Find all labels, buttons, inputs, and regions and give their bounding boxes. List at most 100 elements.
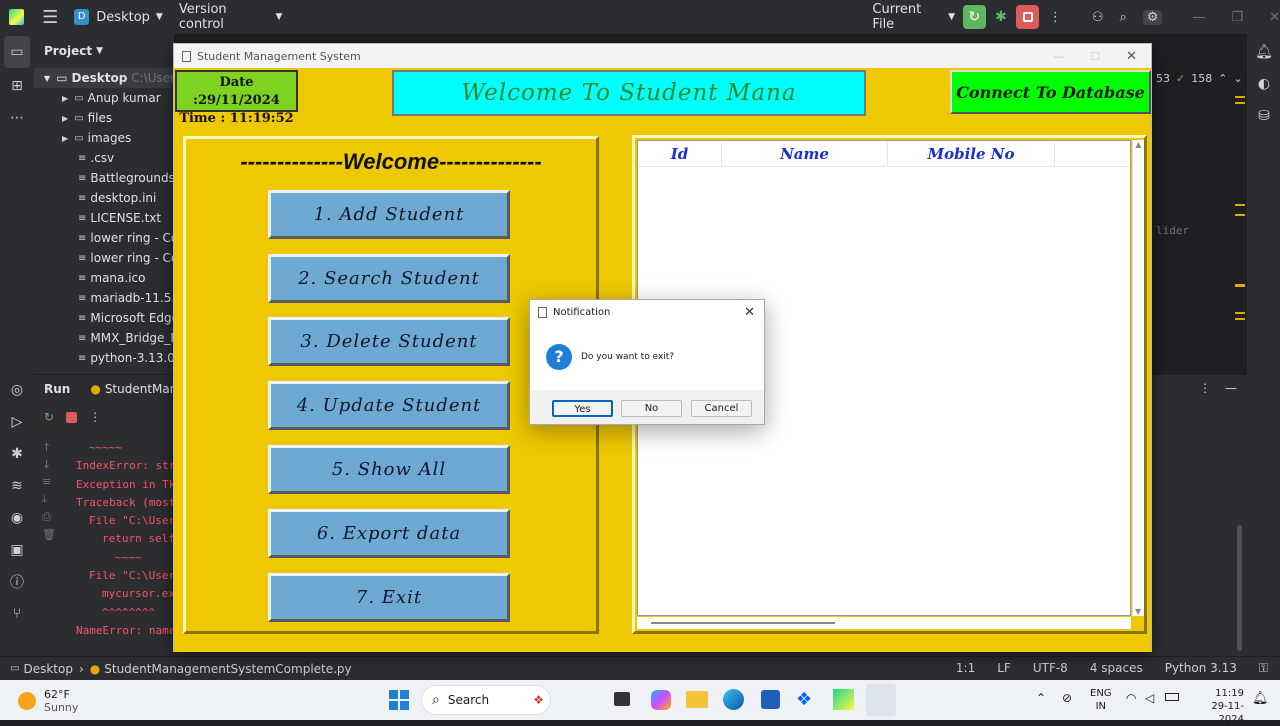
show-all-button[interactable]: 5. Show All (268, 445, 510, 494)
tree-item[interactable]: ≡ lower ring - Co (34, 228, 174, 248)
yes-button[interactable]: Yes (552, 400, 613, 417)
tree-item[interactable]: ▶ ▭ files (34, 108, 174, 128)
run-tab[interactable]: Run (44, 382, 70, 396)
project-panel-title[interactable]: Project (44, 44, 92, 58)
python-interpreter[interactable]: Python 3.13 (1165, 661, 1237, 676)
network-status-icon[interactable]: ⊘ (1062, 691, 1072, 705)
tree-item[interactable]: ▶ ▭ Anup kumar (34, 88, 174, 108)
edge-browser-icon[interactable] (723, 689, 744, 710)
breadcrumb-file[interactable]: StudentManagementSystemComplete.py (104, 662, 351, 676)
scroll-up-arrow-icon[interactable]: ▲ (1133, 140, 1144, 149)
debug-tool-icon[interactable]: ✱ (0, 438, 34, 470)
file-explorer-dark-icon[interactable] (614, 692, 630, 706)
ai-assistant-icon[interactable]: ◐ (1247, 68, 1280, 100)
minimize-panel-icon[interactable]: — (1225, 381, 1237, 395)
more-actions-icon[interactable]: ⋮ (1049, 10, 1062, 25)
debug-button[interactable]: ✱ (990, 5, 1013, 29)
run-config-selector[interactable]: Current File ▼ (872, 2, 955, 32)
stop-icon[interactable] (66, 411, 78, 423)
python-packages-icon[interactable]: ◎ (0, 374, 34, 406)
rerun-icon[interactable]: ↻ (44, 410, 54, 424)
print-icon[interactable]: ⎙ (42, 510, 56, 524)
taskbar-search[interactable]: ⌕ Search ❖ (421, 685, 551, 715)
more-tools-icon[interactable]: ⋯ (0, 102, 34, 134)
horizontal-scroll-thumb[interactable] (651, 622, 835, 624)
store-icon[interactable] (761, 690, 780, 709)
project-folder-icon[interactable]: ▭ (4, 36, 30, 68)
vcs-menu[interactable]: Version control ▼ (179, 2, 283, 32)
tree-item[interactable]: ≡ lower ring - Co (34, 248, 174, 268)
inspection-widget[interactable]: 53 ✓ 158 ⌃ ⌄ (1156, 72, 1243, 85)
copilot-icon[interactable] (651, 690, 671, 710)
stop-button[interactable] (1016, 5, 1039, 29)
delete-student-button[interactable]: 3. Delete Student (268, 317, 510, 366)
soft-wrap-icon[interactable]: ≡ (42, 475, 56, 488)
table-header-name[interactable]: Name (722, 141, 888, 166)
tree-item[interactable]: ≡python-3.13.0-a (34, 348, 174, 368)
dropbox-icon[interactable]: ❖ (796, 689, 812, 710)
settings-gear-icon[interactable]: ⚙ (1142, 9, 1163, 25)
notification-bell-icon[interactable]: 🔔︎ (1252, 691, 1269, 706)
run-tool-icon[interactable]: ▷ (0, 406, 34, 438)
scroll-down-arrow-icon[interactable]: ▼ (1135, 607, 1141, 616)
terminal-icon[interactable]: ▣ (0, 534, 34, 566)
close-icon[interactable]: ✕ (1126, 49, 1137, 64)
close-icon[interactable]: ✕ (744, 305, 755, 320)
cancel-button[interactable]: Cancel (691, 400, 752, 417)
clock[interactable]: 11:19 29-11-2024 (1190, 687, 1244, 726)
minimize-icon[interactable]: — (1053, 50, 1064, 63)
database-icon[interactable]: ⛁ (1247, 100, 1280, 132)
more-icon[interactable]: ⋮ (89, 410, 101, 424)
restore-icon[interactable]: ❐ (1231, 10, 1243, 25)
chevron-up-icon[interactable]: ⌃ (1036, 691, 1046, 705)
maximize-icon[interactable]: ☐ (1090, 50, 1100, 63)
minimize-icon[interactable]: — (1192, 10, 1205, 25)
lock-icon[interactable]: ⚿ (1259, 661, 1268, 676)
wifi-icon[interactable]: ◠ (1126, 691, 1136, 705)
table-header-mobile[interactable]: Mobile No (888, 141, 1055, 166)
tree-item[interactable]: ≡ Battlegrounds I (34, 168, 174, 188)
weather-widget[interactable]: 62°F Sunny (18, 688, 78, 714)
more-icon[interactable]: ⋮ (1199, 381, 1211, 395)
table-horizontal-scrollbar[interactable] (637, 617, 1131, 629)
app-titlebar[interactable]: Student Management System — ☐ ✕ (174, 44, 1151, 68)
cursor-position[interactable]: 1:1 (956, 661, 975, 676)
close-icon[interactable]: ✕ (1269, 10, 1280, 25)
indent-setting[interactable]: 4 spaces (1090, 661, 1143, 676)
breadcrumb-root[interactable]: Desktop (23, 662, 73, 676)
trash-icon[interactable]: 🗑︎ (42, 528, 56, 541)
structure-icon[interactable]: ⊞ (0, 70, 34, 102)
tree-item[interactable]: ≡ .csv (34, 148, 174, 168)
user-icon[interactable]: ⚇ (1092, 10, 1104, 25)
start-button[interactable] (389, 690, 409, 710)
exit-button[interactable]: 7. Exit (268, 573, 510, 622)
tree-root[interactable]: ▼ ▭ Desktop C:\User (34, 68, 174, 88)
file-encoding[interactable]: UTF-8 (1033, 661, 1068, 676)
export-data-button[interactable]: 6. Export data (268, 509, 510, 558)
project-switcher[interactable]: Desktop ▼ (96, 10, 163, 25)
volume-icon[interactable]: ◁ (1145, 691, 1154, 705)
main-menu-icon[interactable]: ☰ (42, 7, 58, 28)
search-student-button[interactable]: 2. Search Student (268, 254, 510, 303)
tree-item[interactable]: ≡MMX_Bridge_Pa (34, 328, 174, 348)
console-scrollbar[interactable] (1237, 525, 1242, 651)
rerun-button[interactable]: ↻ (963, 5, 986, 29)
table-vertical-scrollbar[interactable]: ▲ ▼ (1132, 140, 1144, 616)
language-indicator[interactable]: ENG IN (1090, 687, 1112, 713)
problems-icon[interactable]: ⓘ (0, 566, 34, 598)
tree-item[interactable]: ≡ desktop.ini (34, 188, 174, 208)
dialog-titlebar[interactable]: Notification ✕ (530, 300, 764, 324)
search-icon[interactable]: ⌕ (1119, 10, 1126, 25)
layers-icon[interactable]: ≋ (0, 470, 34, 502)
git-icon[interactable]: ⑂ (0, 598, 34, 630)
run-config-tab[interactable]: ● StudentMana (90, 382, 184, 396)
file-explorer-icon[interactable] (686, 691, 708, 708)
scroll-down-icon[interactable]: ↓ (42, 458, 56, 471)
battery-icon[interactable] (1165, 693, 1179, 701)
connect-database-button[interactable]: Connect To Database (950, 70, 1151, 114)
services-icon[interactable]: ◉ (0, 502, 34, 534)
tree-item[interactable]: ≡ mana.ico (34, 268, 174, 288)
add-student-button[interactable]: 1. Add Student (268, 190, 510, 239)
tree-item[interactable]: ≡ LICENSE.txt (34, 208, 174, 228)
line-separator[interactable]: LF (997, 661, 1011, 676)
